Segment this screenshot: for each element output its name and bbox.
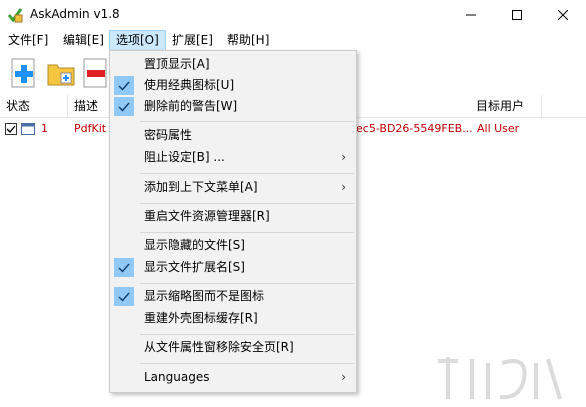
- menu-item-thumbnails[interactable]: 显示缩略图而不是图标: [110, 286, 356, 307]
- menu-separator: [140, 173, 354, 174]
- checkmark-icon: [114, 97, 134, 116]
- menu-item-block-settings[interactable]: 阻止设定[B] ... ›: [110, 147, 356, 168]
- minimize-icon: [466, 14, 476, 16]
- menu-item-show-extensions[interactable]: 显示文件扩展名[S]: [110, 257, 356, 278]
- menu-separator: [140, 232, 354, 233]
- submenu-arrow-icon: ›: [341, 180, 346, 194]
- menu-item-label: 重启文件资源管理器[R]: [144, 209, 270, 223]
- checkmark-icon: [114, 258, 134, 277]
- maximize-icon: [512, 10, 522, 20]
- menu-item-label: 添加到上下文菜单[A]: [144, 180, 258, 194]
- menu-file[interactable]: 文件[F]: [2, 30, 54, 51]
- header-target-user[interactable]: 目标用户: [470, 95, 542, 117]
- menu-separator: [140, 203, 354, 204]
- row-number: 1: [41, 122, 48, 135]
- menu-separator: [140, 363, 354, 364]
- menu-separator: [140, 283, 354, 284]
- menu-item-label: 从文件属性窗移除安全页[R]: [144, 340, 294, 354]
- menu-item-label: 置顶显示[A]: [144, 57, 210, 71]
- submenu-arrow-icon: ›: [341, 370, 346, 384]
- add-folder-icon: [47, 64, 75, 86]
- menu-item-restart-explorer[interactable]: 重启文件资源管理器[R]: [110, 206, 356, 227]
- window-title: AskAdmin v1.8: [30, 7, 120, 21]
- menu-bar: 文件[F] 编辑[E] 选项[O] 扩展[E] 帮助[H]: [0, 30, 586, 51]
- menu-help[interactable]: 帮助[H]: [221, 30, 275, 51]
- row-checkbox[interactable]: [5, 123, 17, 135]
- menu-item-label: 阻止设定[B] ...: [144, 150, 225, 164]
- menu-item-label: 重建外壳图标缓存[R]: [144, 311, 258, 325]
- menu-item-languages[interactable]: Languages ›: [110, 367, 356, 388]
- watermark-logo: [438, 357, 562, 400]
- checkmark-icon: [114, 287, 134, 306]
- checkmark-icon: [114, 76, 134, 95]
- add-button[interactable]: [8, 57, 40, 89]
- menu-item-label: 显示文件扩展名[S]: [144, 260, 245, 274]
- title-bar: AskAdmin v1.8: [0, 0, 586, 30]
- menu-extensions[interactable]: 扩展[E]: [166, 30, 219, 51]
- menu-separator: [140, 121, 354, 122]
- close-icon: [558, 10, 568, 20]
- menu-item-warn-before-delete[interactable]: 删除前的警告[W]: [110, 96, 356, 117]
- menu-item-label: 密码属性: [144, 128, 193, 142]
- add-folder-button[interactable]: [45, 57, 77, 89]
- row-description: PdfKit: [74, 122, 107, 135]
- menu-item-label: 显示缩略图而不是图标: [144, 289, 265, 303]
- menu-item-label: 显示隐藏的文件[S]: [144, 238, 245, 252]
- remove-icon: [83, 58, 107, 88]
- window-icon: [21, 123, 35, 135]
- row-guid: ec5-BD26-5549FEB...: [356, 122, 473, 135]
- menu-separator: [140, 334, 354, 335]
- options-menu: 置顶显示[A] 使用经典图标[U] 删除前的警告[W] 密码属性 阻止设定[B]…: [109, 50, 357, 393]
- close-button[interactable]: [540, 0, 586, 30]
- menu-item-label: Languages: [144, 370, 210, 384]
- menu-edit[interactable]: 编辑[E]: [57, 30, 110, 51]
- header-status[interactable]: 状态: [0, 95, 68, 117]
- maximize-button[interactable]: [494, 0, 540, 30]
- add-file-icon: [11, 58, 35, 88]
- menu-item-label: 使用经典图标[U]: [144, 78, 235, 92]
- menu-item-remove-security-tab[interactable]: 从文件属性窗移除安全页[R]: [110, 337, 356, 358]
- row-user: All User: [477, 122, 520, 135]
- menu-item-classic-icons[interactable]: 使用经典图标[U]: [110, 75, 356, 96]
- remove-button[interactable]: [80, 57, 112, 89]
- app-icon: [7, 8, 23, 23]
- menu-item-show-hidden[interactable]: 显示隐藏的文件[S]: [110, 235, 356, 256]
- menu-item-context-menu[interactable]: 添加到上下文菜单[A] ›: [110, 177, 356, 198]
- menu-item-label: 删除前的警告[W]: [144, 99, 238, 113]
- menu-item-rebuild-icon-cache[interactable]: 重建外壳图标缓存[R]: [110, 308, 356, 329]
- minimize-button[interactable]: [448, 0, 494, 30]
- menu-item-password[interactable]: 密码属性: [110, 125, 356, 146]
- menu-options[interactable]: 选项[O]: [109, 30, 166, 51]
- submenu-arrow-icon: ›: [341, 150, 346, 164]
- menu-item-always-on-top[interactable]: 置顶显示[A]: [110, 54, 356, 75]
